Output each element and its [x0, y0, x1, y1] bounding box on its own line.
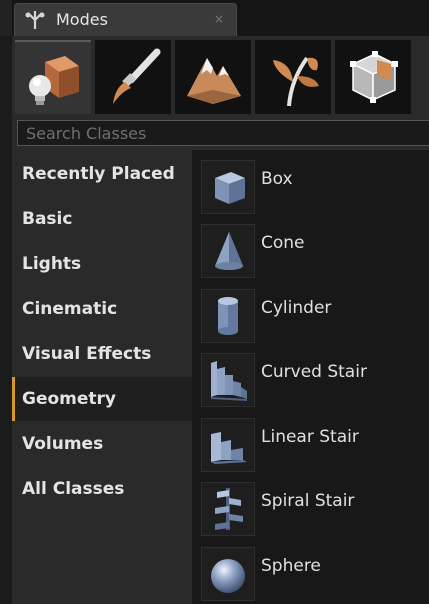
tab-title: Modes	[56, 10, 108, 29]
list-item-sphere[interactable]: Sphere	[192, 539, 429, 601]
curved-stair-icon	[211, 361, 247, 401]
list-item-box[interactable]: Box	[192, 152, 429, 214]
item-label: Box	[261, 169, 293, 189]
list-item-cone[interactable]: Cone	[192, 216, 429, 278]
geometry-cube-icon	[350, 51, 398, 103]
thumbnail	[201, 418, 255, 472]
paint-mode-button[interactable]	[95, 40, 171, 114]
geometry-edit-mode-button[interactable]	[335, 40, 411, 114]
item-label: Curved Stair	[261, 362, 367, 382]
item-label: Spiral Stair	[261, 491, 355, 511]
category-geometry[interactable]: Geometry	[12, 377, 192, 421]
thumbnail	[201, 289, 255, 343]
list-item-curved-stair[interactable]: Curved Stair	[192, 345, 429, 407]
item-label: Linear Stair	[261, 427, 359, 447]
category-list: Recently Placed Basic Lights Cinematic V…	[12, 150, 192, 604]
cone-icon	[215, 232, 243, 270]
linear-stair-icon	[211, 432, 247, 464]
item-label: Cone	[261, 233, 305, 253]
list-item-spiral-stair[interactable]: Spiral Stair	[192, 474, 429, 536]
list-item-cylinder[interactable]: Cylinder	[192, 281, 429, 343]
landscape-mode-button[interactable]	[175, 40, 251, 114]
spiral-stair-icon	[215, 488, 243, 530]
tab-strip: Modes ×	[0, 0, 429, 36]
item-label: Sphere	[261, 556, 321, 576]
mountain-icon	[187, 58, 241, 104]
search-input[interactable]	[18, 121, 429, 145]
category-all-classes[interactable]: All Classes	[12, 467, 192, 511]
thumbnail	[201, 224, 255, 278]
category-recently-placed[interactable]: Recently Placed	[12, 152, 192, 196]
modes-tab[interactable]: Modes ×	[14, 3, 237, 36]
tab-strip-gutter	[0, 0, 12, 36]
modes-tab-icon	[25, 11, 45, 29]
thumbnail	[201, 547, 255, 601]
leaf-icon	[273, 56, 319, 107]
foliage-mode-button[interactable]	[255, 40, 331, 114]
box-icon	[215, 172, 245, 204]
category-volumes[interactable]: Volumes	[12, 422, 192, 466]
search-box[interactable]	[17, 120, 429, 146]
thumbnail	[201, 353, 255, 407]
close-icon[interactable]: ×	[212, 12, 226, 26]
thumbnail	[201, 482, 255, 536]
item-label: Cylinder	[261, 298, 332, 318]
cube-lightbulb-icon	[29, 56, 79, 105]
thumbnail	[201, 160, 255, 214]
cylinder-icon	[218, 297, 238, 335]
place-mode-button[interactable]	[15, 40, 91, 114]
class-list: Box Cone Cylinder Curved Stair Linear St…	[192, 150, 429, 604]
paintbrush-icon	[113, 48, 161, 104]
modes-panel: Recently Placed Basic Lights Cinematic V…	[12, 36, 429, 604]
list-item-linear-stair[interactable]: Linear Stair	[192, 410, 429, 472]
category-visual-effects[interactable]: Visual Effects	[12, 332, 192, 376]
sphere-icon	[211, 559, 245, 593]
category-basic[interactable]: Basic	[12, 197, 192, 241]
category-cinematic[interactable]: Cinematic	[12, 287, 192, 331]
category-lights[interactable]: Lights	[12, 242, 192, 286]
